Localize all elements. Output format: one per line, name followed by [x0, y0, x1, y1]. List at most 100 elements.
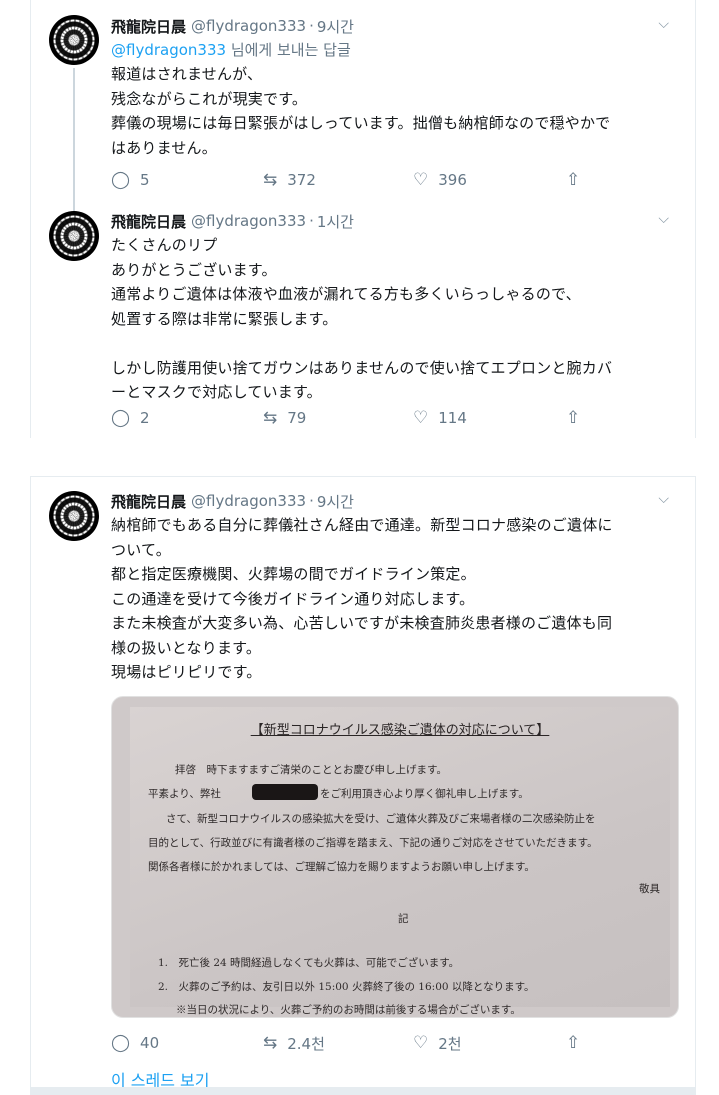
retweet-button[interactable]: ⇆ 2.4천 [263, 1033, 325, 1054]
tweet-text-line: ーとマスクで対応しています。 [111, 383, 322, 401]
tweet-text-line: 葬儀の現場には毎日緊張がはしっています。拙僧も納棺師なので穏やかで [111, 114, 611, 132]
retweet-count: 2.4천 [287, 1034, 325, 1053]
document-title-text: 【新型コロナウイルス感染ご遺体の対応について】 [250, 723, 550, 738]
tweet-text-line: 報道はされませんが、 [111, 65, 263, 83]
mention-link[interactable]: @flydragon333 [111, 41, 226, 59]
display-name[interactable]: 飛龍院日晨 [111, 491, 186, 512]
document-line: 平素より、弊社 [148, 788, 221, 800]
reply-count: 5 [140, 171, 150, 189]
document-line: 関係各者様に於かれましては、ご理解ご協力を賜りますようお願い申し上げます。 [148, 861, 535, 873]
document-line: ※当日の状況により、火葬ご予約のお時間は前後する場合がございます。 [176, 1004, 521, 1016]
share-button[interactable]: ⇧ [566, 1033, 590, 1053]
document-line: 拝啓 時下ますますご清栄のこととお慶び申し上げます。 [175, 764, 447, 776]
tweet-text-line: この通達を受けて今後ガイドライン通り対応します。 [111, 589, 475, 608]
tweet-time[interactable]: 9시간 [317, 16, 354, 37]
redaction-mark [252, 784, 318, 800]
tweet-time[interactable]: 1시간 [317, 211, 354, 232]
tweet-text-line: 残念ながらこれが現実です。 [111, 89, 308, 108]
tweet-thread-card: 飛龍院日晨 @flydragon333 · 9시간 ⌵ @flydragon33… [30, 0, 696, 438]
document-paper: 【新型コロナウイルス感染ご遺体の対応について】 拝啓 時下ますますご清栄のことと… [130, 707, 670, 1016]
avatar[interactable] [49, 211, 99, 261]
retweet-button[interactable]: ⇆ 372 [263, 170, 316, 190]
heart-icon: ♡ [413, 170, 429, 190]
tweet-text-line: 処置する際は非常に緊張します。 [111, 309, 338, 328]
tweet-actions: ◯ 2 ⇆ 79 ♡ 114 ⇧ [111, 406, 631, 430]
tweet-time[interactable]: 9시간 [317, 491, 354, 512]
tweet[interactable]: 飛龍院日晨 @flydragon333 · 1시간 ⌵ たくさんのリプありがとう… [31, 205, 695, 438]
tweet-text-line: 現場はピリピリです。 [111, 663, 262, 681]
tweet-text-line: 様の扱いとなります。 [111, 638, 262, 657]
tweet-text-line: ついて。 [111, 540, 171, 559]
reply-button[interactable]: ◯ 5 [111, 170, 150, 190]
tweet-text-line: 都と指定医療機関、火葬場の間でガイドライン策定。 [111, 565, 476, 583]
tweet[interactable]: 飛龍院日晨 @flydragon333 · 9시간 ⌵ @flydragon33… [31, 10, 695, 216]
attached-photo[interactable]: 【新型コロナウイルス感染ご遺体の対応について】 拝啓 時下ますますご清栄のことと… [111, 696, 679, 1018]
retweet-icon: ⇆ [263, 408, 278, 428]
tweet-text-line: しかし防護用使い捨てガウンはありませんので使い捨てエプロンと腕カバ [111, 358, 613, 377]
tweet-text: たくさんのリプありがとうございます。通常よりご遺体は体液や血液が漏れてる方も多く… [111, 233, 677, 405]
reply-count: 2 [140, 409, 150, 427]
screenshot-gap [0, 438, 719, 476]
tweet-text-line: 納棺師でもある自分に葬儀社さん経由で通達。新型コロナ感染のご遺体に [111, 516, 613, 534]
tweet-text-line: また未検査が大変多い為、心苦しいですが未検査肺炎患者様のご遺体も同 [111, 614, 613, 632]
tweet-text-line: たくさんのリプ [111, 236, 218, 254]
reply-context: @flydragon333 님에게 보내는 답글 [111, 38, 677, 62]
tweet-card: 飛龍院日晨 @flydragon333 · 9시간 ⌵ 納棺師でもある自分に葬儀… [30, 476, 696, 1095]
tweet-text: 報道はされませんが、残念ながらこれが現実です。葬儀の現場には毎日緊張がはしってい… [111, 62, 677, 160]
like-button[interactable]: ♡ 114 [413, 408, 467, 428]
chevron-down-icon[interactable]: ⌵ [658, 491, 669, 507]
retweet-button[interactable]: ⇆ 79 [263, 408, 306, 428]
reply-icon: ◯ [111, 170, 131, 190]
reply-button[interactable]: ◯ 2 [111, 408, 150, 428]
reply-icon: ◯ [111, 1033, 131, 1053]
reply-count: 40 [140, 1034, 160, 1052]
chevron-down-icon[interactable]: ⌵ [658, 16, 669, 32]
tweet-text: 納棺師でもある自分に葬儀社さん経由で通達。新型コロナ感染のご遺体に ついて。都と指… [111, 513, 677, 685]
tweet-actions: ◯ 5 ⇆ 372 ♡ 396 ⇧ [111, 168, 631, 192]
like-count: 2천 [438, 1034, 462, 1053]
retweet-count: 79 [287, 409, 307, 427]
retweet-icon: ⇆ [263, 170, 278, 190]
tweet-text-line: 通常よりご遺体は体液や血液が漏れてる方も多くいらっしゃるので、 [111, 285, 581, 303]
retweet-count: 372 [287, 171, 316, 189]
document-line: 1. 死亡後 24 時間経過しなくても火葬は、可能でございます。 [158, 957, 460, 969]
share-icon: ⇧ [566, 1033, 581, 1053]
separator-dot: · [309, 17, 314, 35]
like-count: 396 [438, 171, 467, 189]
chevron-down-icon[interactable]: ⌵ [658, 211, 669, 227]
document-line: をご利用頂き心より厚く御礼申し上げます。 [320, 788, 529, 800]
user-handle[interactable]: @flydragon333 [191, 492, 306, 510]
share-button[interactable]: ⇧ [566, 170, 590, 190]
avatar[interactable] [49, 491, 99, 541]
separator-dot: · [309, 492, 314, 510]
share-icon: ⇧ [566, 408, 581, 428]
document-line: 敬具 [639, 883, 660, 895]
like-count: 114 [438, 409, 467, 427]
like-button[interactable]: ♡ 2천 [413, 1033, 462, 1054]
heart-icon: ♡ [413, 408, 429, 428]
document-line: 目的として、行政並びに有識者様のご指導を踏まえ、下記の通りご対応をさせていただき… [148, 837, 598, 849]
share-icon: ⇧ [566, 170, 581, 190]
display-name[interactable]: 飛龍院日晨 [111, 16, 186, 37]
divider [31, 1087, 695, 1095]
tweet-actions: ◯ 40 ⇆ 2.4천 ♡ 2천 ⇧ [111, 1031, 631, 1055]
reply-context-text: 님에게 보내는 답글 [226, 41, 351, 59]
document-line: 記 [398, 913, 409, 925]
display-name[interactable]: 飛龍院日晨 [111, 211, 186, 232]
thread-connector [73, 68, 75, 216]
tweet[interactable]: 飛龍院日晨 @flydragon333 · 9시간 ⌵ 納棺師でもある自分に葬儀… [31, 487, 695, 1090]
reply-icon: ◯ [111, 408, 131, 428]
document-line: さて、新型コロナウイルスの感染拡大を受け、ご遺体火葬及びご来場者様の二次感染防止… [166, 813, 596, 825]
separator-dot: · [309, 212, 314, 230]
share-button[interactable]: ⇧ [566, 408, 590, 428]
user-handle[interactable]: @flydragon333 [191, 212, 306, 230]
user-handle[interactable]: @flydragon333 [191, 17, 306, 35]
retweet-icon: ⇆ [263, 1033, 278, 1053]
reply-button[interactable]: ◯ 40 [111, 1033, 159, 1053]
document-title: 【新型コロナウイルス感染ご遺体の対応について】 [130, 719, 670, 738]
avatar[interactable] [49, 15, 99, 65]
like-button[interactable]: ♡ 396 [413, 170, 467, 190]
document-line: 2. 火葬のご予約は、友引日以外 15:00 火葬終了後の 16:00 以降とな… [158, 981, 535, 993]
tweet-text-line: ありがとうございます。 [111, 260, 277, 279]
tweet-text-line [111, 331, 677, 356]
